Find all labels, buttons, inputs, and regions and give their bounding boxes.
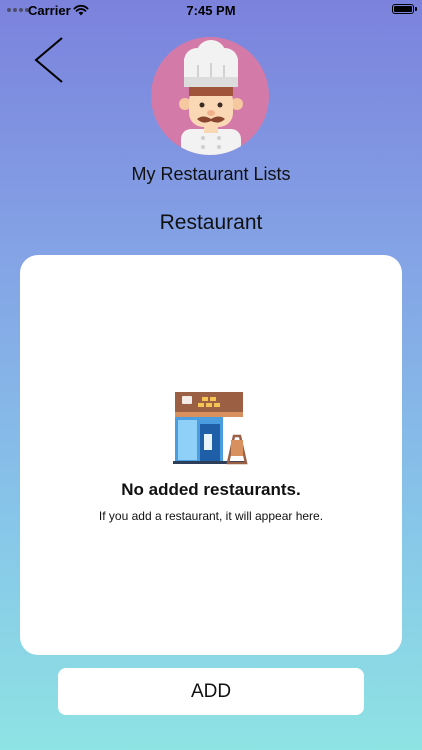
page-title: My Restaurant Lists xyxy=(131,164,291,184)
battery-icon xyxy=(392,4,417,14)
chef-avatar xyxy=(151,37,269,155)
add-button[interactable]: ADD xyxy=(58,668,364,715)
back-button[interactable] xyxy=(28,35,68,85)
chevron-left-icon xyxy=(34,37,63,83)
empty-state-title: No added restaurants. xyxy=(121,480,301,499)
chef-avatar-icon xyxy=(179,40,243,155)
status-bar: Carrier 7:45 PM xyxy=(0,0,422,22)
restaurant-storefront-icon xyxy=(173,392,248,465)
restaurant-list-card: No added restaurants. If you add a resta… xyxy=(20,255,402,655)
empty-state-message: If you add a restaurant, it will appear … xyxy=(98,509,324,523)
status-time: 7:45 PM xyxy=(186,3,236,18)
section-title: Restaurant xyxy=(159,211,263,234)
